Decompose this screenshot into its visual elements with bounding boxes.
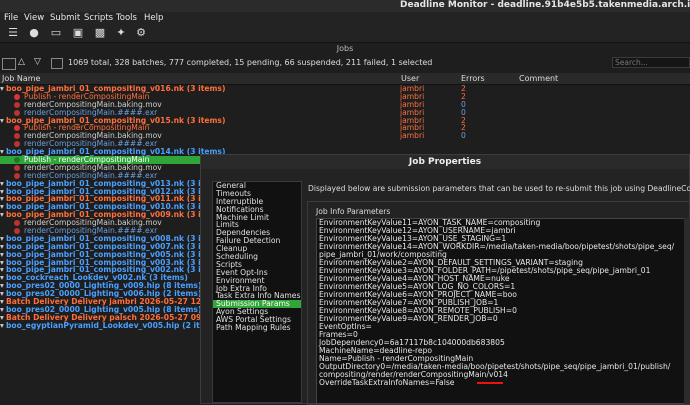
column-comment[interactable]: Comment xyxy=(519,74,558,83)
menu-bar: File View Submit Scripts Tools Help xyxy=(0,12,690,24)
gear-icon[interactable]: ⚙ xyxy=(135,27,147,39)
folder-icon[interactable]: ▩ xyxy=(94,27,106,39)
menu-view[interactable]: View xyxy=(24,13,44,23)
search-input[interactable]: Search... xyxy=(612,57,690,68)
task-status-icon xyxy=(14,101,20,108)
nav-item[interactable]: Path Mapping Rules xyxy=(213,324,301,332)
dialog-nav-list: General Timeouts Interruptible Notification… xyxy=(212,181,302,403)
dialog-description: Displayed below are submission parameter… xyxy=(308,184,690,193)
menu-help[interactable]: Help xyxy=(144,13,163,23)
param-line: EnvironmentKeyValue9=AYON_RENDER_JOB=0 xyxy=(319,314,498,323)
window-title: Deadline Monitor - deadline.91b4e5b5.tak… xyxy=(400,0,690,10)
params-textbox[interactable]: EnvironmentKeyValue11=AYON_TASK_NAME=com… xyxy=(316,218,686,404)
row-errors: 0 xyxy=(461,131,466,141)
palette-icon[interactable]: ✦ xyxy=(115,27,127,39)
user-icon[interactable]: ● xyxy=(28,27,40,39)
task-status-icon xyxy=(14,125,20,132)
expand-arrow-icon[interactable]: ▾ xyxy=(0,116,4,125)
task-status-icon xyxy=(14,109,20,116)
column-errors[interactable]: Errors xyxy=(461,74,485,83)
panel-title: Job Info Parameters xyxy=(316,207,391,216)
column-user[interactable]: User xyxy=(401,74,419,83)
toolbar: ☰ ● ▭ ▣ ▩ ✦ ⚙ xyxy=(0,24,690,43)
params-scrollbar[interactable] xyxy=(684,218,690,404)
job-properties-dialog: Job Properties General Timeouts Interrupti… xyxy=(200,154,690,405)
expand-icon[interactable]: △ xyxy=(18,57,30,68)
dialog-title: Job Properties xyxy=(201,155,689,169)
menu-scripts[interactable]: Scripts xyxy=(84,13,113,23)
monitor-icon[interactable]: ▭ xyxy=(50,27,62,39)
annotation-underline xyxy=(477,382,503,384)
menu-submit[interactable]: Submit xyxy=(50,13,80,23)
task-status-icon xyxy=(14,93,20,100)
filter-icon[interactable] xyxy=(2,58,16,70)
task-status-icon xyxy=(14,164,20,171)
collapse-icon[interactable]: ▽ xyxy=(34,57,46,68)
menu-file[interactable]: File xyxy=(4,13,18,23)
lock-icon[interactable]: ▣ xyxy=(72,27,84,39)
column-job-name[interactable]: Job Name xyxy=(2,74,40,83)
list-icon[interactable]: ☰ xyxy=(7,27,19,39)
param-line: EventOptIns= xyxy=(319,322,372,331)
jobs-panel-title: Jobs xyxy=(336,44,354,53)
expand-arrow-icon[interactable]: ▾ xyxy=(0,210,4,219)
task-status-icon xyxy=(14,172,20,179)
jobs-status-row: △ ▽ 1069 total, 328 batches, 777 complet… xyxy=(0,56,690,70)
jobs-summary: 1069 total, 328 batches, 777 completed, … xyxy=(68,58,433,67)
row-user: jambri xyxy=(400,131,425,141)
menu-tools[interactable]: Tools xyxy=(116,13,137,23)
window-titlebar: Deadline Monitor - deadline.91b4e5b5.tak… xyxy=(0,0,690,12)
expand-arrow-icon[interactable]: ▾ xyxy=(0,321,4,330)
task-status-icon xyxy=(14,157,20,164)
row-name: boo_egyptianPyramid_Lookdev_v005.hip (2 … xyxy=(6,320,218,330)
task-status-icon xyxy=(14,133,20,140)
task-status-icon xyxy=(14,220,20,227)
columns-icon[interactable] xyxy=(51,58,63,69)
expand-arrow-icon[interactable]: ▾ xyxy=(0,84,4,93)
expand-arrow-icon[interactable]: ▾ xyxy=(0,147,4,156)
job-info-panel: Job Info Parameters EnvironmentKeyValue1… xyxy=(307,201,690,405)
